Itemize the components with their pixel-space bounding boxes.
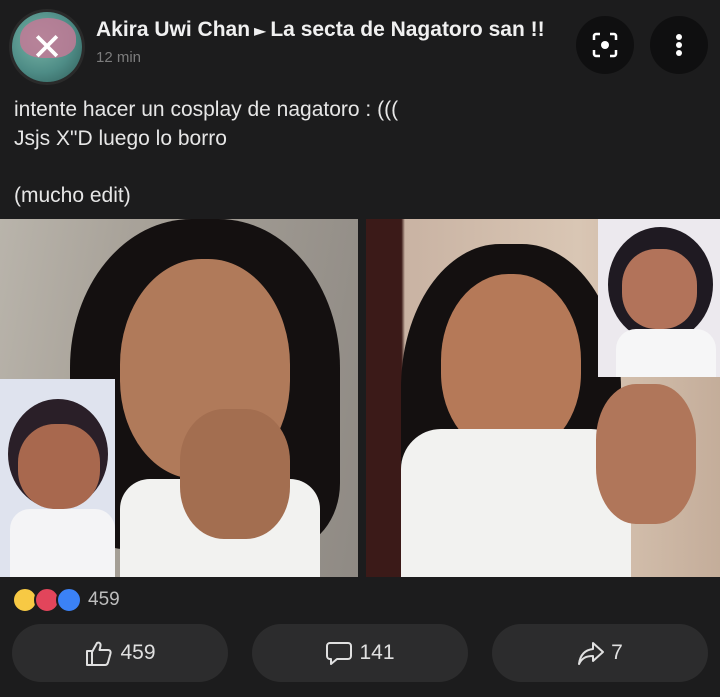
more-options-button[interactable]: [650, 16, 708, 74]
author-name[interactable]: Akira Uwi Chan: [96, 18, 250, 41]
hand-shape: [596, 384, 696, 524]
post-timestamp: 12 min: [96, 49, 142, 66]
share-arrow-icon: [578, 642, 605, 665]
post-text-line: Jsjs X"D luego lo borro: [14, 127, 227, 150]
like-button[interactable]: 459: [12, 624, 228, 682]
comment-count: 141: [359, 641, 395, 664]
like-count: 459: [120, 641, 156, 664]
more-dots-icon: [676, 34, 682, 56]
post-text-line: (mucho edit): [14, 184, 131, 207]
group-name[interactable]: La secta de Nagatoro san !!: [270, 18, 544, 41]
post-header-title: Akira Uwi Chan ► La secta de Nagatoro san …: [96, 18, 545, 42]
share-button[interactable]: 7: [492, 624, 708, 682]
post-photo-right[interactable]: [366, 219, 720, 577]
photo-content: [441, 274, 581, 454]
comment-bubble-icon: [326, 642, 353, 665]
post-photo-left[interactable]: [0, 219, 358, 577]
anime-inset-image: [0, 379, 115, 577]
triangle-right-icon: ►: [254, 21, 267, 40]
thumbs-up-icon: [86, 641, 113, 666]
reaction-count: 459: [88, 589, 120, 610]
reaction-summary[interactable]: 459: [12, 586, 120, 614]
like-emoji-icon: [56, 587, 82, 613]
lens-search-icon: [592, 32, 618, 58]
avatar[interactable]: ✕: [12, 12, 82, 82]
anime-inset-image: [598, 219, 720, 377]
lens-search-button[interactable]: [576, 16, 634, 74]
hand-shape: [180, 409, 290, 539]
close-icon[interactable]: ✕: [12, 12, 82, 82]
share-count: 7: [611, 641, 623, 664]
comment-button[interactable]: 141: [252, 624, 468, 682]
post-text-line: intente hacer un cosplay de nagatoro : (…: [14, 98, 399, 121]
